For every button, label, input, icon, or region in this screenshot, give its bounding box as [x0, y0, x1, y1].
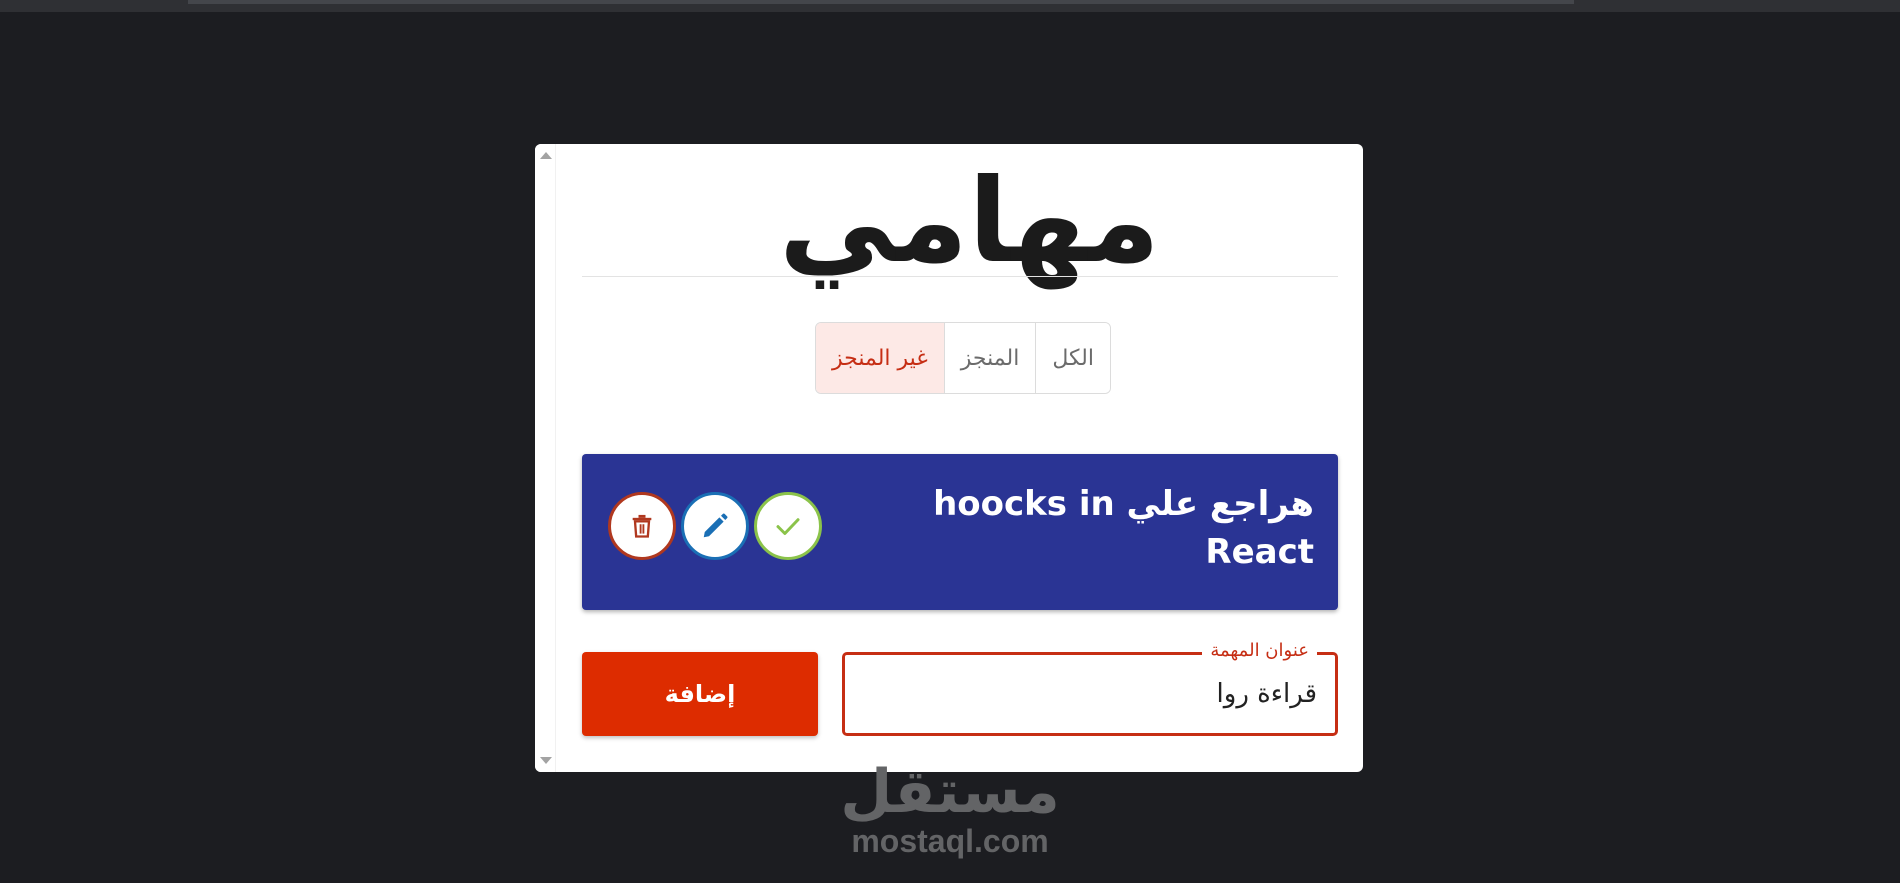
filter-all-button[interactable]: الكل [1035, 323, 1110, 393]
task-title: هراجع علي hoocks in React [933, 484, 1314, 572]
watermark-domain: mostaql.com [851, 823, 1049, 859]
title-divider [582, 276, 1338, 277]
task-item: هراجع علي hoocks in React [582, 454, 1338, 610]
delete-task-button[interactable] [608, 492, 676, 560]
page-title: مهامي [778, 154, 1161, 289]
watermark-arabic: مستقل [840, 757, 1060, 827]
pencil-icon [703, 513, 728, 538]
check-icon [776, 518, 800, 535]
complete-task-button[interactable] [754, 492, 822, 560]
scroll-down-arrow-icon[interactable] [540, 757, 552, 764]
todo-card: مهامي الكل المنجز غير المنجز هراجع علي h… [535, 144, 1363, 772]
task-title-input[interactable] [845, 655, 1335, 733]
scrollbar[interactable] [535, 144, 556, 772]
filter-toggle-group: الكل المنجز غير المنجز [815, 322, 1111, 394]
scroll-up-arrow-icon[interactable] [540, 152, 552, 159]
filter-not-completed-button[interactable]: غير المنجز [816, 323, 944, 393]
browser-top-strip [0, 0, 1900, 12]
mostaql-watermark: مستقل mostaql.com [830, 760, 1070, 858]
task-title-field: عنوان المهمة [842, 640, 1338, 736]
filter-completed-button[interactable]: المنجز [943, 323, 1036, 393]
browser-top-bar [188, 0, 1574, 4]
edit-task-button[interactable] [681, 492, 749, 560]
add-task-button[interactable]: إضافة [582, 652, 818, 736]
trash-icon [632, 514, 652, 538]
